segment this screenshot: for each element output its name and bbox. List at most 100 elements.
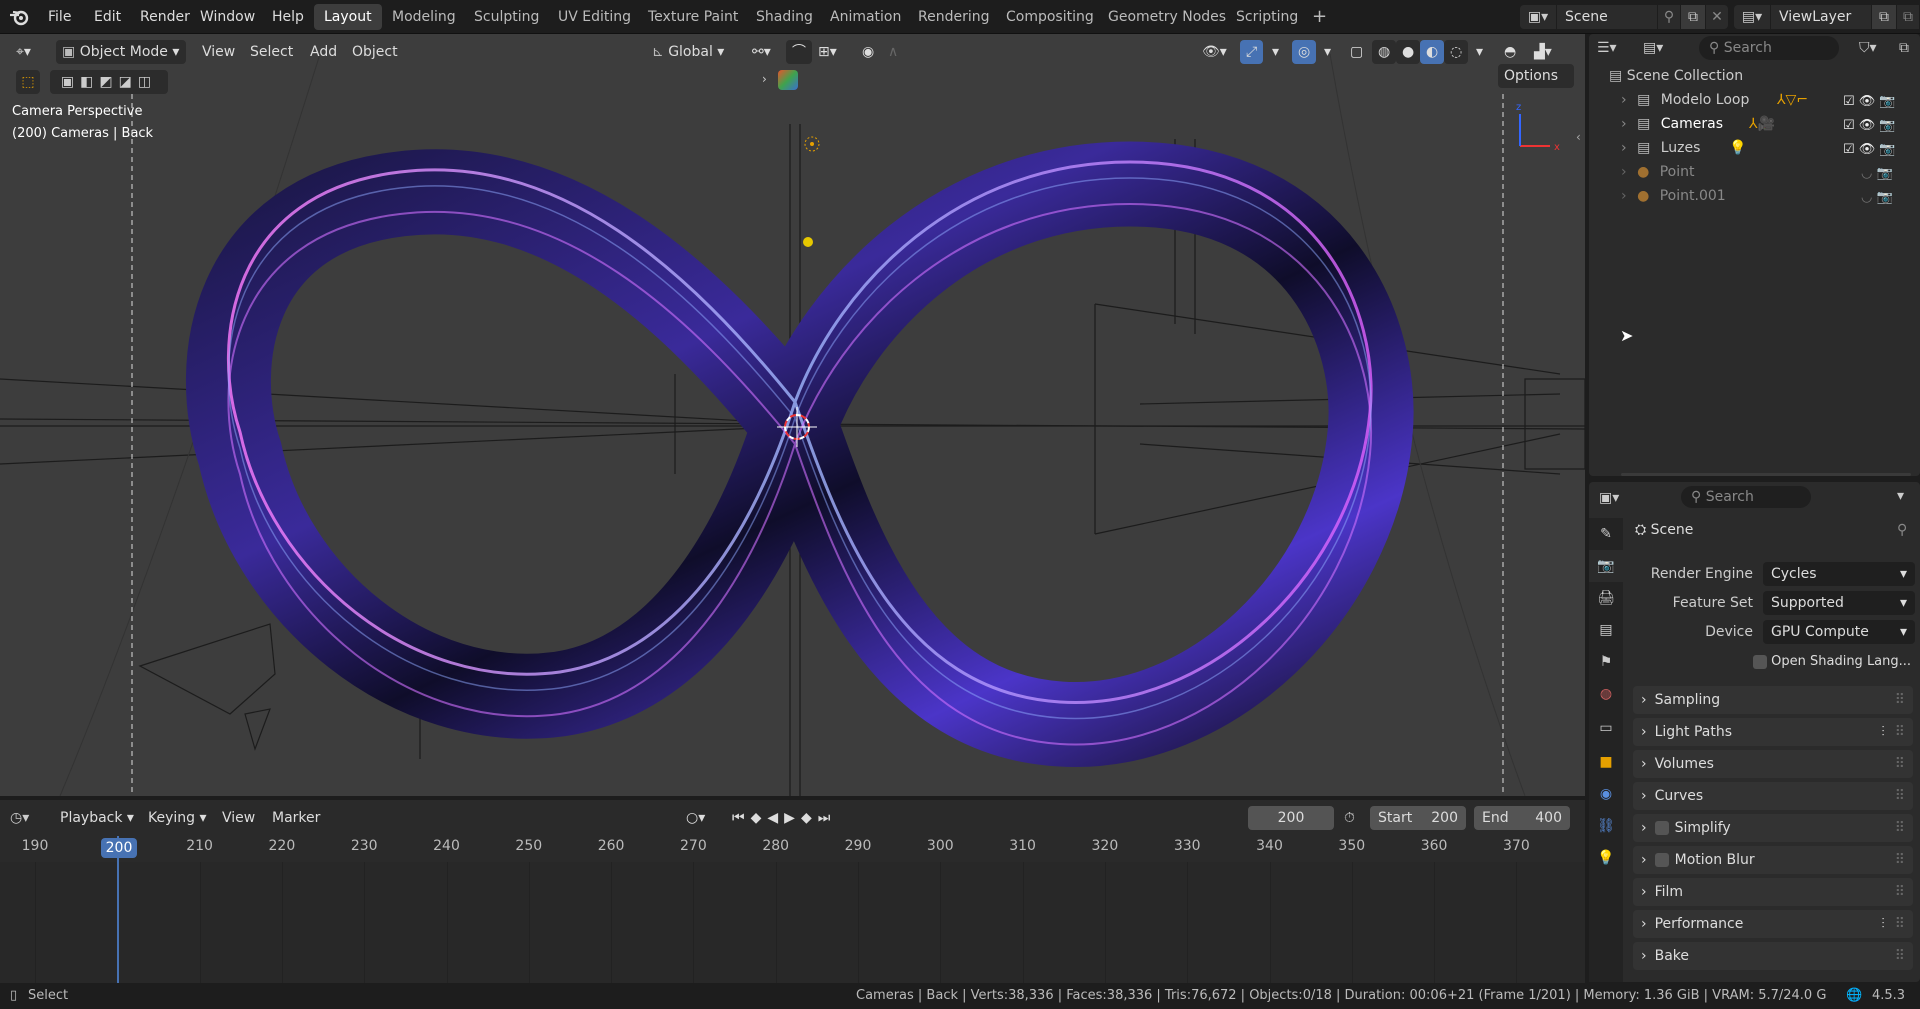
delete-scene-icon[interactable]: ✕ [1706, 5, 1728, 29]
panel-motion-blur[interactable]: › Motion Blur ⠿ [1633, 846, 1913, 874]
menu-select[interactable]: Select [244, 40, 299, 64]
menu-edit[interactable]: Edit [86, 0, 129, 34]
view-layer-field[interactable]: ViewLayer [1771, 5, 1871, 29]
tool-tab-icon[interactable]: ✎ [1589, 518, 1623, 550]
new-scene-icon[interactable]: ⧉ [1681, 5, 1705, 29]
menu-help[interactable]: Help [264, 0, 312, 34]
tab-compositing[interactable]: Compositing [996, 4, 1104, 30]
tab-scripting[interactable]: Scripting [1226, 4, 1308, 30]
auto-key-icon[interactable]: ○▾ [680, 806, 711, 830]
menu-add[interactable]: Add [304, 40, 343, 64]
playhead-frame-label[interactable]: 200 [101, 838, 137, 858]
timeline-track-area[interactable] [0, 862, 1585, 985]
presets-icon[interactable]: ⫶ [1881, 718, 1895, 746]
menu-object[interactable]: Object [346, 40, 404, 64]
playhead[interactable] [117, 836, 119, 985]
shading-rendered-icon[interactable]: ◌ [1444, 40, 1469, 64]
shading-dropdown-icon[interactable]: ▾ [1470, 40, 1489, 64]
scene-collection-row[interactable]: ▤ Scene Collection [1589, 64, 1920, 88]
editor-type-icon[interactable]: ⌖▾ [10, 40, 46, 64]
tab-animation[interactable]: Animation [820, 4, 911, 30]
expand-icon[interactable]: › [1621, 116, 1627, 132]
playback-controls[interactable]: ⏮◆◀▶◆⏭ [732, 806, 836, 830]
3d-viewport[interactable]: x z ⌖▾ ▣ Object Mode ▾ View Select Add O… [0, 34, 1585, 796]
overlays-dropdown-icon[interactable]: ▾ [1318, 40, 1337, 64]
view-layer-tab-icon[interactable]: ▤ [1589, 614, 1623, 646]
gizmo-toggle-icon[interactable]: ⤢ [1240, 40, 1264, 64]
menu-file[interactable]: File [40, 0, 79, 34]
row-toggles[interactable]: ◡ 📷 [1843, 186, 1913, 210]
next-keyframe-icon[interactable]: ◆ [801, 810, 818, 826]
start-frame-field[interactable]: Start 200 [1370, 806, 1466, 830]
osl-checkbox[interactable] [1753, 654, 1767, 669]
shading-wireframe-icon[interactable]: ◍ [1372, 40, 1397, 64]
menu-marker[interactable]: Marker [266, 806, 326, 830]
tab-shading[interactable]: Shading [746, 4, 823, 30]
scene-tab-icon[interactable]: ⚑ [1589, 646, 1623, 678]
shading-material-icon[interactable]: ◐ [1420, 40, 1445, 64]
outliner-editor-icon[interactable]: ☰▾ [1597, 34, 1637, 62]
osl-toggle[interactable]: Open Shading Lang... [1753, 654, 1913, 669]
render-engine-select[interactable]: Cycles ▾ [1763, 562, 1915, 586]
world-tab-icon[interactable]: ◍ [1589, 678, 1623, 710]
menu-keying[interactable]: Keying ▾ [142, 806, 213, 830]
simplify-checkbox[interactable] [1654, 821, 1669, 835]
histogram-icon[interactable]: ▟▾ [1528, 40, 1558, 64]
menu-window[interactable]: Window [192, 0, 263, 34]
constraints-tab-icon[interactable]: ⛓ [1589, 810, 1623, 842]
end-frame-field[interactable]: End 400 [1474, 806, 1570, 830]
object-tab-icon[interactable]: ■ [1589, 746, 1623, 778]
snap-icon[interactable]: ⌒ [786, 40, 812, 64]
row-toggles[interactable]: ◡ 📷 [1843, 162, 1913, 186]
play-reverse-icon[interactable]: ◀ [767, 810, 784, 826]
properties-options-icon[interactable]: ▾ [1897, 488, 1904, 504]
delete-view-layer-icon[interactable]: ⧉ [1897, 5, 1919, 29]
mode-selector[interactable]: ▣ Object Mode ▾ [56, 40, 186, 64]
tab-geometry-nodes[interactable]: Geometry Nodes [1098, 4, 1236, 30]
expand-icon[interactable]: › [1621, 92, 1627, 108]
tab-rendering[interactable]: Rendering [908, 4, 1000, 30]
add-workspace-icon[interactable]: + [1306, 4, 1333, 30]
physics-tab-icon[interactable]: ◉ [1589, 778, 1623, 810]
menu-timeline-view[interactable]: View [216, 806, 261, 830]
render-tab-icon[interactable]: 📷 [1589, 550, 1623, 582]
pivot-icon[interactable]: ⚯▾ [746, 40, 777, 64]
blender-logo-icon[interactable] [8, 6, 30, 28]
orientation-selector[interactable]: ⊾ Global ▾ [646, 40, 736, 64]
expand-arrow-icon[interactable]: › [762, 72, 767, 86]
pin-icon[interactable]: ⚲ [1897, 522, 1907, 538]
expand-icon[interactable]: › [1621, 164, 1627, 180]
expand-icon[interactable]: › [1621, 188, 1627, 204]
panel-bake[interactable]: › Bake ⠿ [1633, 942, 1913, 970]
panel-performance[interactable]: › Performance ⠿ ⫶ [1633, 910, 1913, 938]
tab-sculpting[interactable]: Sculpting [464, 4, 549, 30]
tab-texture-paint[interactable]: Texture Paint [638, 4, 748, 30]
camera-view-icon[interactable]: ◓ [1498, 40, 1522, 64]
panel-light-paths[interactable]: › Light Paths ⠿ ⫶ [1633, 718, 1913, 746]
asset-shelf-icon[interactable] [778, 70, 798, 90]
device-select[interactable]: GPU Compute ▾ [1763, 620, 1915, 644]
collection-tab-icon[interactable]: ▭ [1589, 710, 1623, 746]
panel-curves[interactable]: › Curves ⠿ [1633, 782, 1913, 810]
tab-uv-editing[interactable]: UV Editing [548, 4, 641, 30]
menu-render[interactable]: Render [132, 0, 198, 34]
properties-editor-icon[interactable]: ▣▾ [1599, 486, 1619, 510]
properties-search[interactable]: ⚲ Search [1681, 486, 1811, 508]
feature-set-select[interactable]: Supported ▾ [1763, 591, 1915, 615]
jump-end-icon[interactable]: ⏭ [818, 810, 837, 826]
presets-icon[interactable]: ⫶ [1881, 910, 1895, 938]
panel-simplify[interactable]: › Simplify ⠿ [1633, 814, 1913, 842]
row-toggles[interactable]: ☑ 👁 📷 [1843, 138, 1913, 162]
select-tool-icon[interactable]: ⬚ [16, 70, 40, 94]
display-mode-icon[interactable]: ▤▾ [1643, 34, 1683, 62]
pin-scene-icon[interactable]: ⚲ [1658, 5, 1680, 29]
scene-selector-icon[interactable]: ▣▾ [1520, 5, 1556, 29]
timeline-editor-icon[interactable]: ◷▾ [10, 806, 29, 830]
expand-icon[interactable]: › [1621, 140, 1627, 156]
prev-keyframe-icon[interactable]: ◆ [751, 810, 768, 826]
frame-ruler[interactable]: 190 210 220 230 240 250 260 270 280 290 300 310 320 3… [0, 836, 1585, 862]
data-tab-icon[interactable]: 💡 [1589, 842, 1623, 874]
panel-film[interactable]: › Film ⠿ [1633, 878, 1913, 906]
scene-name-field[interactable]: Scene [1557, 5, 1657, 29]
new-view-layer-icon[interactable]: ⧉ [1872, 5, 1896, 29]
